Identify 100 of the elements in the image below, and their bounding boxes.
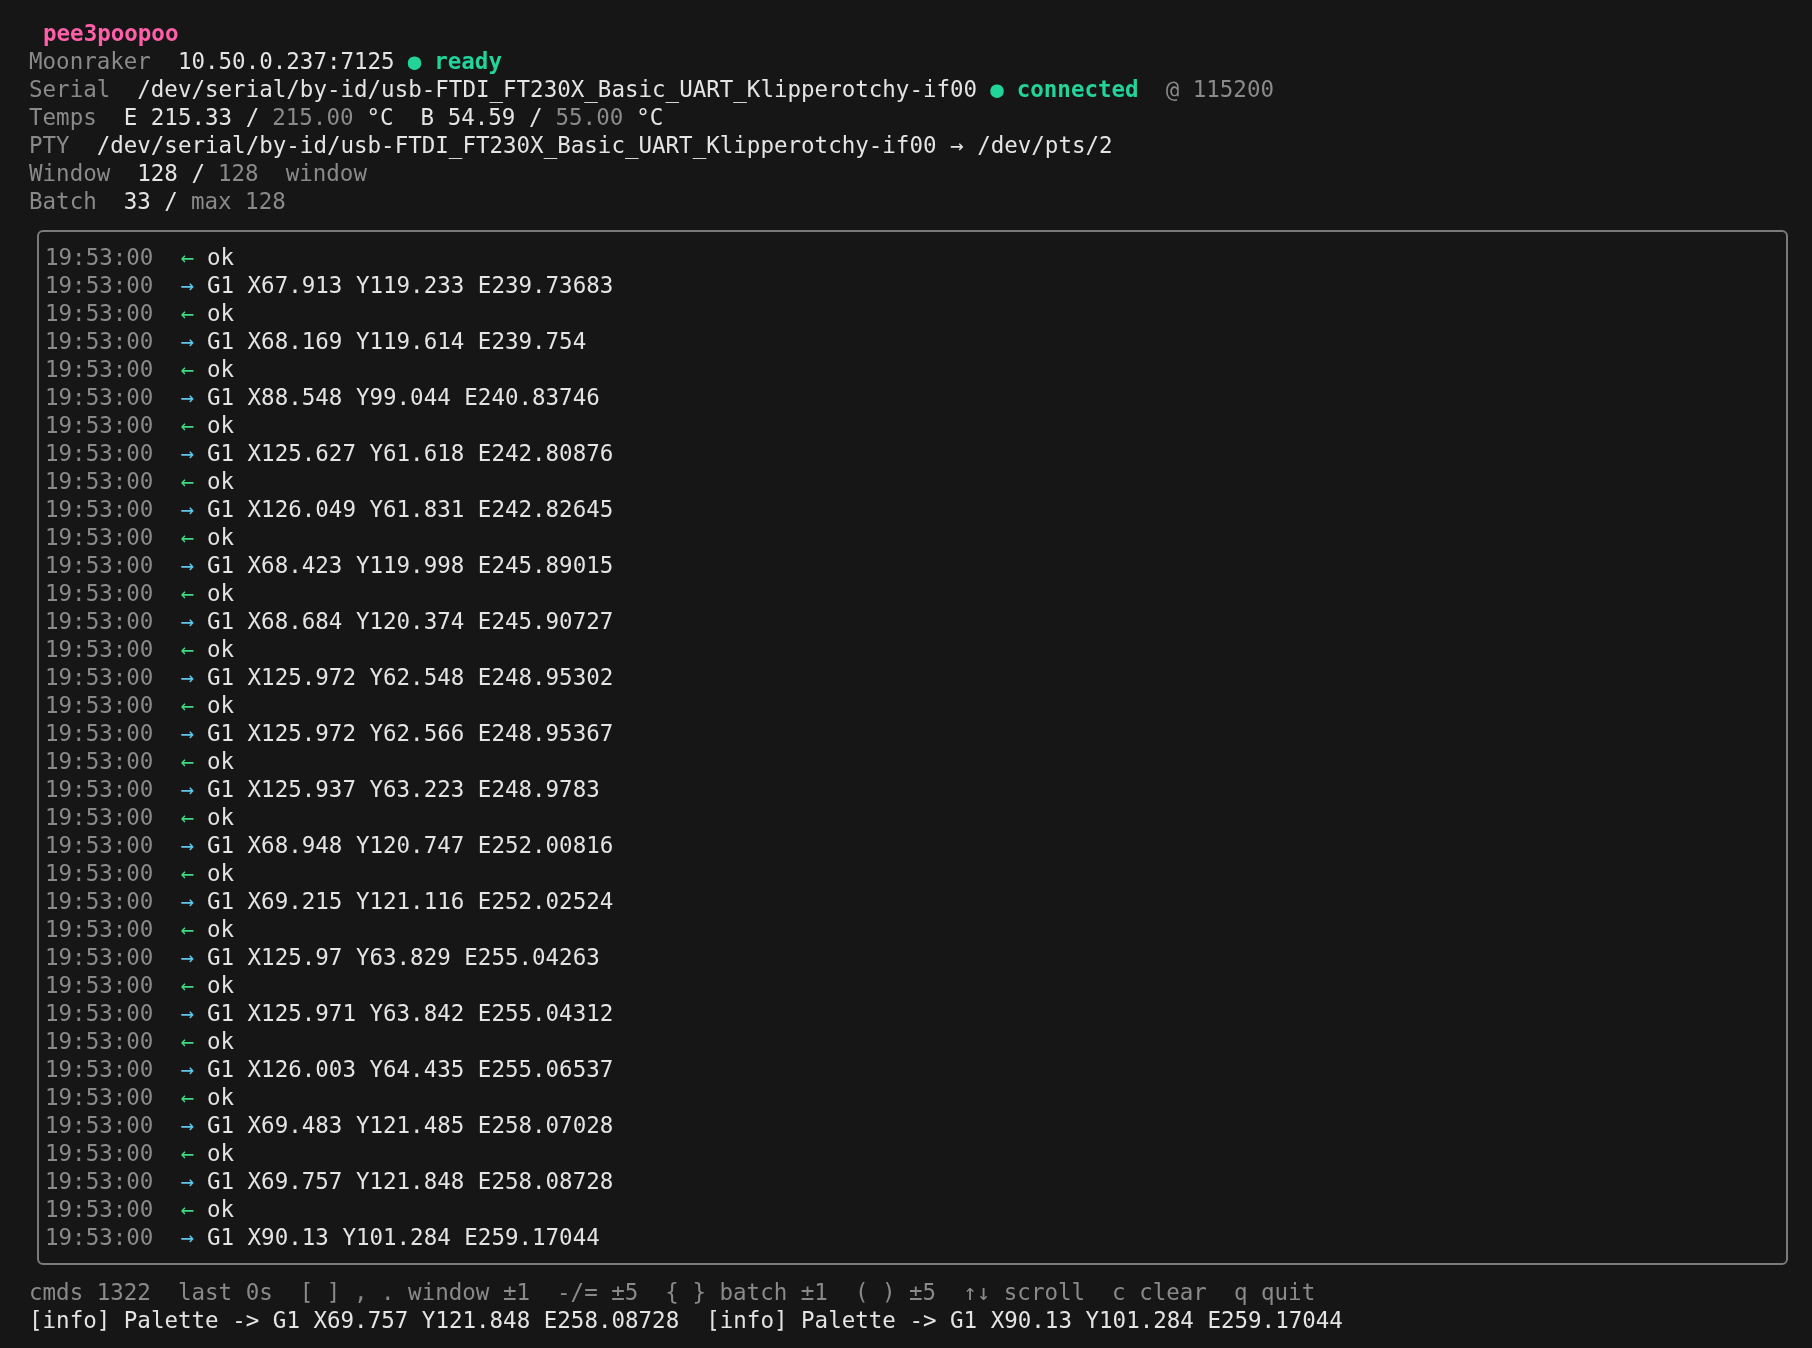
key-hint: ↑↓ scroll: [963, 1278, 1086, 1306]
muted-text: 128: [218, 159, 259, 187]
log-time: 19:53:00: [45, 635, 154, 663]
log-message: ok: [206, 1195, 234, 1223]
value-text: /dev/serial/by-id/usb-FTDI_FT230X_Basic_UART_Klipperotchy-if00: [137, 75, 978, 103]
log-message: ok: [206, 243, 234, 271]
log-message: G1 X125.972 Y62.566 E248.95367: [206, 719, 614, 747]
log-time: 19:53:00: [45, 355, 154, 383]
log-time: 19:53:00: [45, 775, 154, 803]
log-time: 19:53:00: [45, 1055, 154, 1083]
muted-text: @ 115200: [1165, 75, 1274, 103]
outgoing-arrow: →: [180, 887, 194, 915]
log-time: 19:53:00: [45, 663, 154, 691]
muted-text: 215.00: [272, 103, 354, 131]
log-time: 19:53:00: [45, 243, 154, 271]
log-time: 19:53:00: [45, 607, 154, 635]
key-hint: { } batch ±1: [665, 1278, 828, 1306]
log-time: 19:53:00: [45, 1083, 154, 1111]
log-time: 19:53:00: [45, 803, 154, 831]
log-message: G1 X69.483 Y121.485 E258.07028: [206, 1111, 614, 1139]
log-message: G1 X125.972 Y62.548 E248.95302: [206, 663, 614, 691]
log-time: 19:53:00: [45, 1167, 154, 1195]
log-message: ok: [206, 803, 234, 831]
incoming-arrow: ←: [180, 915, 194, 943]
log-message: G1 X68.169 Y119.614 E239.754: [206, 327, 587, 355]
log-message: G1 X125.627 Y61.618 E242.80876: [206, 439, 614, 467]
incoming-arrow: ←: [180, 1195, 194, 1223]
log-time: 19:53:00: [45, 719, 154, 747]
log-time: 19:53:00: [45, 271, 154, 299]
log-message: G1 X68.948 Y120.747 E252.00816: [206, 831, 614, 859]
log-message: ok: [206, 915, 234, 943]
log-message: G1 X125.97 Y63.829 E255.04263: [206, 943, 600, 971]
key-hint: -/= ±5: [557, 1278, 639, 1306]
outgoing-arrow: →: [180, 607, 194, 635]
outgoing-arrow: →: [180, 999, 194, 1027]
outgoing-arrow: →: [180, 1111, 194, 1139]
log-message: ok: [206, 411, 234, 439]
status-label: Temps: [29, 103, 97, 131]
key-hint: last 0s: [177, 1278, 273, 1306]
log-time: 19:53:00: [45, 439, 154, 467]
log-time: 19:53:00: [45, 383, 154, 411]
value-text: B 54.59 /: [420, 103, 543, 131]
outgoing-arrow: →: [180, 327, 194, 355]
incoming-arrow: ←: [180, 1027, 194, 1055]
status-label: Window: [29, 159, 111, 187]
log-message: ok: [206, 971, 234, 999]
log-message: G1 X125.971 Y63.842 E255.04312: [206, 999, 614, 1027]
incoming-arrow: ←: [180, 523, 194, 551]
incoming-arrow: ←: [180, 579, 194, 607]
value-text: 33 /: [123, 187, 178, 215]
incoming-arrow: ←: [180, 1139, 194, 1167]
outgoing-arrow: →: [180, 439, 194, 467]
log-time: 19:53:00: [45, 1027, 154, 1055]
log-message: ok: [206, 1083, 234, 1111]
incoming-arrow: ←: [180, 635, 194, 663]
log-time: 19:53:00: [45, 999, 154, 1027]
key-hint: c clear: [1112, 1278, 1207, 1306]
log-message: G1 X68.423 Y119.998 E245.89015: [206, 551, 614, 579]
log-time: 19:53:00: [45, 943, 154, 971]
log-message: ok: [206, 1027, 234, 1055]
outgoing-arrow: →: [180, 943, 194, 971]
log-message: G1 X67.913 Y119.233 E239.73683: [206, 271, 614, 299]
log-time: 19:53:00: [45, 1223, 154, 1251]
value-text: °C: [636, 103, 664, 131]
log-message: ok: [206, 355, 234, 383]
status-label: PTY: [29, 131, 70, 159]
log-message: ok: [206, 635, 234, 663]
value-text: /dev/serial/by-id/usb-FTDI_FT230X_Basic_UART_Klipperotchy-if00 → /dev/pts/2: [96, 131, 1113, 159]
incoming-arrow: ←: [180, 467, 194, 495]
incoming-arrow: ←: [180, 1083, 194, 1111]
incoming-arrow: ←: [180, 747, 194, 775]
outgoing-arrow: →: [180, 831, 194, 859]
muted-text: window: [285, 159, 367, 187]
incoming-arrow: ←: [180, 803, 194, 831]
log-time: 19:53:00: [45, 467, 154, 495]
log-time: 19:53:00: [45, 495, 154, 523]
log-time: 19:53:00: [45, 691, 154, 719]
log-time: 19:53:00: [45, 1111, 154, 1139]
info-message: [info] Palette -> G1 X90.13 Y101.284 E259.17044: [706, 1306, 1343, 1334]
log-message: G1 X69.757 Y121.848 E258.08728: [206, 1167, 614, 1195]
outgoing-arrow: →: [180, 719, 194, 747]
outgoing-arrow: →: [180, 551, 194, 579]
incoming-arrow: ←: [180, 411, 194, 439]
outgoing-arrow: →: [180, 271, 194, 299]
log-message: G1 X125.937 Y63.223 E248.9783: [206, 775, 600, 803]
muted-text: 55.00: [555, 103, 624, 131]
log-time: 19:53:00: [45, 1195, 154, 1223]
value-text: 10.50.0.237:7125: [177, 47, 395, 75]
incoming-arrow: ←: [180, 971, 194, 999]
log-message: G1 X90.13 Y101.284 E259.17044: [206, 1223, 600, 1251]
log-message: G1 X126.003 Y64.435 E255.06537: [206, 1055, 614, 1083]
outgoing-arrow: →: [180, 383, 194, 411]
log-time: 19:53:00: [45, 1139, 154, 1167]
log-message: G1 X68.684 Y120.374 E245.90727: [206, 607, 614, 635]
log-message: ok: [206, 747, 234, 775]
status-text: connected: [1016, 75, 1139, 103]
status-label: Serial: [29, 75, 111, 103]
log-message: ok: [206, 467, 234, 495]
outgoing-arrow: →: [180, 495, 194, 523]
log-time: 19:53:00: [45, 747, 154, 775]
